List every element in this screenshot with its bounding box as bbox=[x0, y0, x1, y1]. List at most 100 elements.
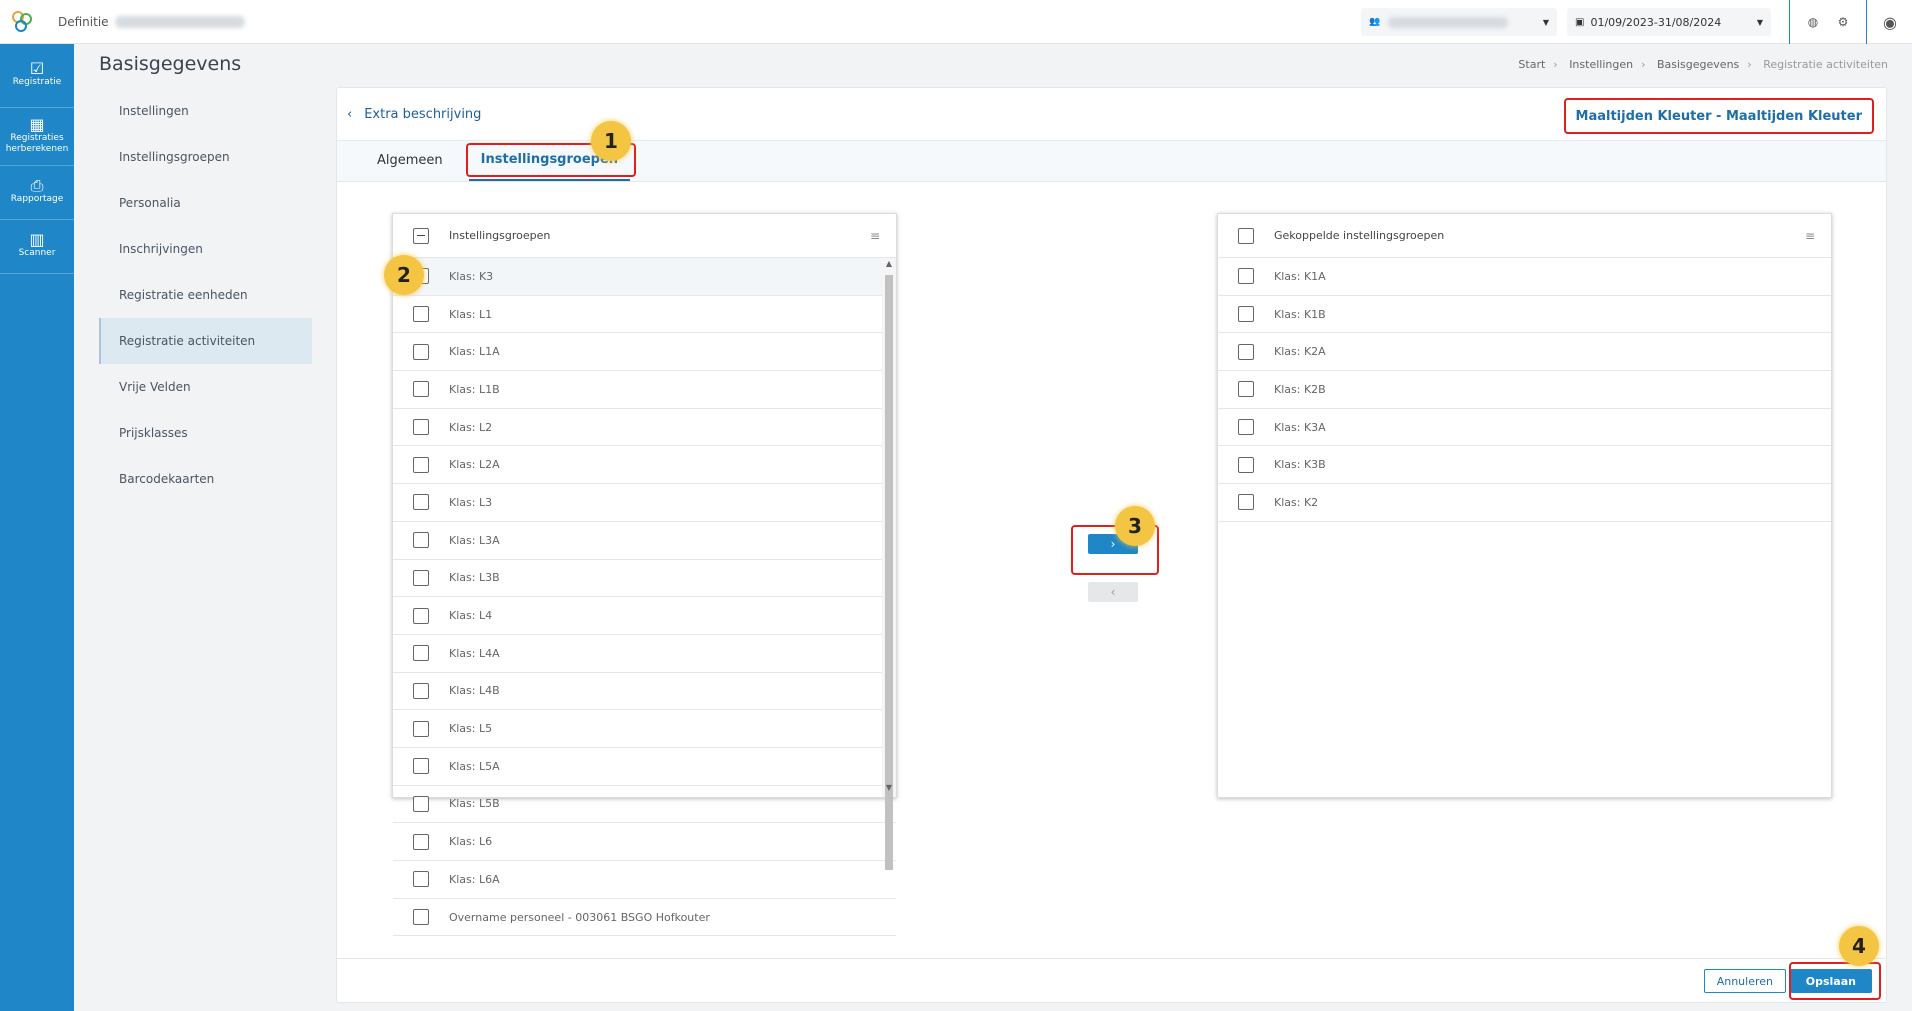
item-label: Klas: K1A bbox=[1274, 269, 1326, 283]
item-checkbox[interactable] bbox=[1238, 419, 1254, 436]
subnav-item-instellingen[interactable]: Instellingen bbox=[99, 88, 312, 134]
menu-icon[interactable]: ≡ bbox=[1805, 229, 1815, 243]
item-label: Klas: K3 bbox=[449, 269, 494, 283]
item-checkbox[interactable] bbox=[413, 419, 429, 436]
sidebar-item-scanner[interactable]: ▥ Scanner bbox=[0, 220, 74, 274]
item-checkbox[interactable] bbox=[413, 682, 429, 699]
settings-subnav: Instellingen Instellingsgroepen Personal… bbox=[99, 88, 312, 502]
scrollbar-thumb[interactable] bbox=[885, 275, 893, 870]
globe-icon[interactable]: ◍ bbox=[1805, 14, 1821, 30]
user-account-icon[interactable]: ◉ bbox=[1882, 13, 1898, 32]
list-item[interactable]: Klas: K2 bbox=[1218, 484, 1831, 522]
app-title: Definitie bbox=[58, 14, 109, 29]
back-title-link[interactable]: Extra beschrijving bbox=[364, 107, 481, 122]
breadcrumb-basisgegevens[interactable]: Basisgegevens bbox=[1657, 58, 1739, 71]
item-checkbox[interactable] bbox=[413, 569, 429, 586]
move-left-button[interactable]: ‹ bbox=[1088, 582, 1138, 602]
list-item[interactable]: Klas: L4A bbox=[393, 635, 896, 673]
item-checkbox[interactable] bbox=[413, 532, 429, 549]
list-item[interactable]: Klas: L5B bbox=[393, 786, 896, 824]
barcode-icon: ▥ bbox=[29, 230, 45, 249]
list-item[interactable]: Klas: K2A bbox=[1218, 333, 1831, 372]
period-select[interactable]: ▣ 01/09/2023-31/08/2024 ▼ bbox=[1567, 8, 1771, 36]
user-select[interactable]: 👥 ▼ bbox=[1361, 8, 1557, 36]
list-item[interactable]: Klas: L1B bbox=[393, 371, 896, 409]
top-bar: Definitie 👥 ▼ ▣ 01/09/2023-31/08/2024 ▼ … bbox=[0, 0, 1912, 44]
item-checkbox[interactable] bbox=[1238, 306, 1254, 323]
subnav-item-vrije-velden[interactable]: Vrije Velden bbox=[99, 364, 312, 410]
subnav-item-personalia[interactable]: Personalia bbox=[99, 180, 312, 226]
item-checkbox[interactable] bbox=[413, 795, 429, 812]
list-item[interactable]: Klas: L2A bbox=[393, 446, 896, 485]
item-checkbox[interactable] bbox=[1238, 494, 1254, 511]
list-item[interactable]: Klas: L5A bbox=[393, 748, 896, 786]
list-item[interactable]: Klas: L1 bbox=[393, 296, 896, 334]
select-all-checkbox[interactable] bbox=[1238, 227, 1254, 244]
calendar-check-icon: ☑ bbox=[29, 59, 45, 78]
item-checkbox[interactable] bbox=[413, 306, 429, 323]
item-checkbox[interactable] bbox=[1238, 268, 1254, 285]
list-item[interactable]: Klas: K3 bbox=[393, 258, 896, 296]
item-checkbox[interactable] bbox=[413, 833, 429, 850]
back-chevron-icon[interactable]: ‹ bbox=[347, 107, 352, 122]
list-item[interactable]: Klas: L3B bbox=[393, 560, 896, 598]
list-item[interactable]: Klas: L3 bbox=[393, 484, 896, 522]
period-value: 01/09/2023-31/08/2024 bbox=[1590, 15, 1722, 29]
item-checkbox[interactable] bbox=[1238, 343, 1254, 360]
item-label: Klas: L2A bbox=[449, 458, 500, 472]
item-label: Klas: K1B bbox=[1274, 307, 1326, 321]
chevron-right-icon: › bbox=[1747, 58, 1752, 71]
menu-icon[interactable]: ≡ bbox=[870, 229, 880, 243]
item-checkbox[interactable] bbox=[1238, 381, 1254, 398]
scroll-down-icon[interactable]: ▼ bbox=[882, 783, 896, 797]
list-item[interactable]: Overname personeel - 003061 BSGO Hofkout… bbox=[393, 899, 896, 937]
step-badge-3: 3 bbox=[1115, 506, 1155, 546]
item-checkbox[interactable] bbox=[413, 494, 429, 511]
list-item[interactable]: Klas: L6A bbox=[393, 861, 896, 899]
printer-icon: ⎙ bbox=[30, 176, 44, 195]
breadcrumb-start[interactable]: Start bbox=[1518, 58, 1545, 71]
subnav-item-registratie-activiteiten[interactable]: Registratie activiteiten bbox=[99, 318, 312, 364]
list-header: Instellingsgroepen ≡ bbox=[393, 214, 896, 258]
list-item[interactable]: Klas: L5 bbox=[393, 710, 896, 748]
subnav-item-prijsklasses[interactable]: Prijsklasses bbox=[99, 410, 312, 456]
subnav-item-inschrijvingen[interactable]: Inschrijvingen bbox=[99, 226, 312, 272]
item-checkbox[interactable] bbox=[413, 456, 429, 473]
cancel-button[interactable]: Annuleren bbox=[1703, 969, 1786, 993]
item-checkbox[interactable] bbox=[413, 758, 429, 775]
tab-algemeen[interactable]: Algemeen bbox=[365, 140, 455, 181]
subnav-item-instellingsgroepen[interactable]: Instellingsgroepen bbox=[99, 134, 312, 180]
item-checkbox[interactable] bbox=[413, 871, 429, 888]
breadcrumb-instellingen[interactable]: Instellingen bbox=[1569, 58, 1633, 71]
subnav-item-registratie-eenheden[interactable]: Registratie eenheden bbox=[99, 272, 312, 318]
list-item[interactable]: Klas: L3A bbox=[393, 522, 896, 560]
scroll-up-icon[interactable]: ▲ bbox=[882, 259, 896, 273]
list-item[interactable]: Klas: K3A bbox=[1218, 409, 1831, 447]
item-checkbox[interactable] bbox=[413, 645, 429, 662]
chevron-right-icon: › bbox=[1553, 58, 1558, 71]
list-item[interactable]: Klas: L4 bbox=[393, 597, 896, 635]
item-label: Klas: L5B bbox=[449, 797, 500, 811]
select-all-checkbox[interactable] bbox=[413, 227, 429, 244]
list-item[interactable]: Klas: K1A bbox=[1218, 258, 1831, 296]
sidebar-item-registratie[interactable]: ☑ Registratie bbox=[0, 44, 74, 108]
item-checkbox[interactable] bbox=[413, 381, 429, 398]
list-item[interactable]: Klas: K1B bbox=[1218, 296, 1831, 334]
list-item[interactable]: Klas: L2 bbox=[393, 409, 896, 447]
item-checkbox[interactable] bbox=[413, 607, 429, 624]
scrollbar[interactable]: ▲ ▼ bbox=[882, 259, 896, 870]
subnav-item-barcodekaarten[interactable]: Barcodekaarten bbox=[99, 456, 312, 502]
list-item[interactable]: Klas: L1A bbox=[393, 333, 896, 372]
item-checkbox[interactable] bbox=[413, 909, 429, 926]
list-item[interactable]: Klas: L6 bbox=[393, 823, 896, 861]
gear-icon[interactable]: ⚙ bbox=[1835, 14, 1851, 30]
item-checkbox[interactable] bbox=[1238, 456, 1254, 473]
item-checkbox[interactable] bbox=[413, 343, 429, 360]
item-checkbox[interactable] bbox=[413, 720, 429, 737]
list-item[interactable]: Klas: L4B bbox=[393, 673, 896, 711]
list-item[interactable]: Klas: K2B bbox=[1218, 371, 1831, 409]
app-logo-icon[interactable] bbox=[10, 9, 36, 35]
sidebar-item-registraties-herberekenen[interactable]: ▦ Registraties herberekenen bbox=[0, 108, 74, 166]
sidebar-item-rapportage[interactable]: ⎙ Rapportage bbox=[0, 166, 74, 220]
list-item[interactable]: Klas: K3B bbox=[1218, 446, 1831, 485]
